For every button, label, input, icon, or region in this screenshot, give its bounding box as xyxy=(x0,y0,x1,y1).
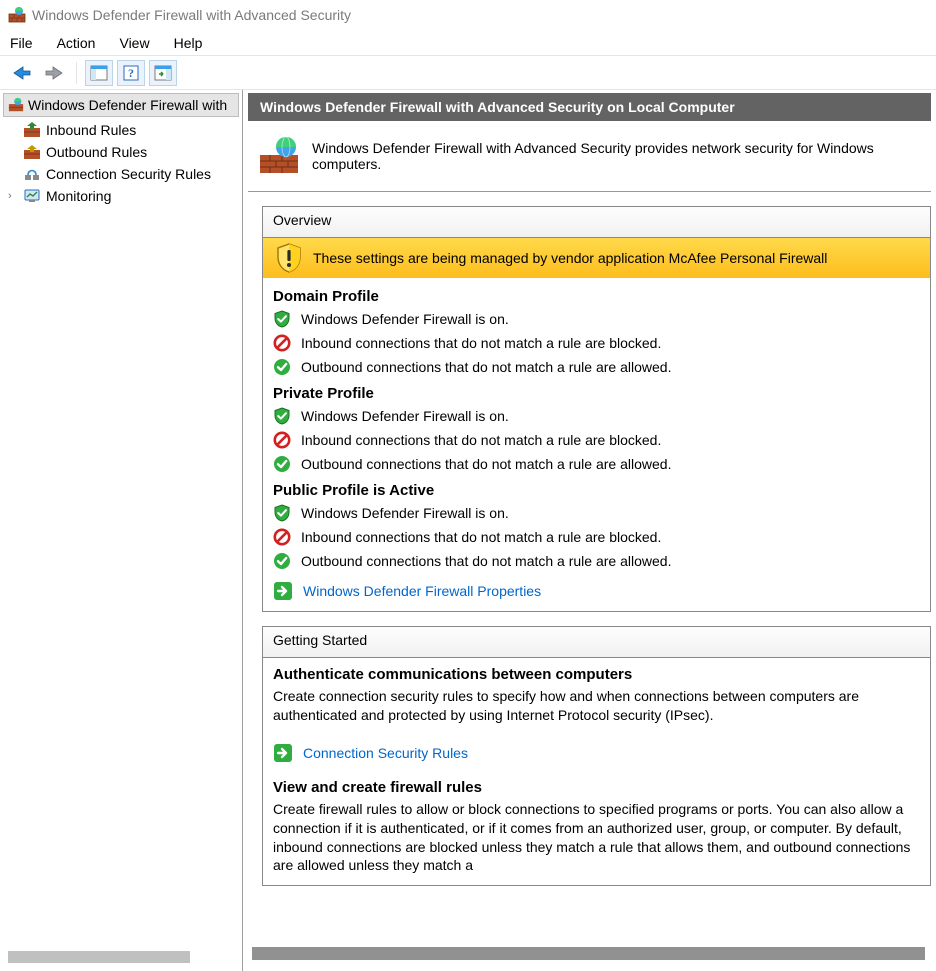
status-line: Inbound connections that do not match a … xyxy=(263,525,930,549)
overview-panel: Overview These settings are being manage… xyxy=(262,206,931,612)
tree-root[interactable]: Windows Defender Firewall with xyxy=(3,93,239,117)
go-arrow-icon xyxy=(273,743,293,763)
show-hide-tree-button[interactable] xyxy=(85,60,113,86)
allow-icon xyxy=(273,455,291,473)
profile-title: Domain Profile xyxy=(263,282,930,307)
tree-item-label: Monitoring xyxy=(46,188,111,204)
status-line: Windows Defender Firewall is on. xyxy=(263,404,930,428)
overview-title: Overview xyxy=(263,207,930,238)
show-hide-action-pane-button[interactable] xyxy=(149,60,177,86)
outbound-rules-icon xyxy=(24,144,40,160)
getting-started-panel: Getting Started Authenticate communicati… xyxy=(262,626,931,886)
app-window: Windows Defender Firewall with Advanced … xyxy=(0,0,936,971)
status-text: Inbound connections that do not match a … xyxy=(301,335,661,351)
go-arrow-icon xyxy=(273,581,293,601)
status-text: Outbound connections that do not match a… xyxy=(301,359,671,375)
tree-item-connection-security-rules[interactable]: Connection Security Rules xyxy=(24,163,242,185)
block-icon xyxy=(273,334,291,352)
tree-item-label: Connection Security Rules xyxy=(46,166,211,182)
menubar: File Action View Help xyxy=(0,30,936,56)
intro-text: Windows Defender Firewall with Advanced … xyxy=(312,140,921,172)
gs-section-text: Create connection security rules to spec… xyxy=(263,685,930,727)
gs-section-text: Create firewall rules to allow or block … xyxy=(263,798,930,878)
body: Windows Defender Firewall with Inbound R… xyxy=(0,90,936,971)
tree-horizontal-scrollbar[interactable] xyxy=(8,951,190,963)
panel-layout-icon xyxy=(90,65,108,81)
content-pane: Windows Defender Firewall with Advanced … xyxy=(243,90,936,971)
menu-file[interactable]: File xyxy=(10,32,45,54)
expand-caret-icon[interactable]: › xyxy=(8,190,12,202)
monitoring-icon xyxy=(24,188,40,204)
block-icon xyxy=(273,528,291,546)
status-text: Windows Defender Firewall is on. xyxy=(301,505,509,521)
window-title: Windows Defender Firewall with Advanced … xyxy=(32,7,351,23)
navigation-pane: Windows Defender Firewall with Inbound R… xyxy=(0,90,243,971)
connection-security-icon xyxy=(24,166,40,182)
status-text: Outbound connections that do not match a… xyxy=(301,553,671,569)
shield-on-icon xyxy=(273,504,291,522)
firewall-properties-link-row: Windows Defender Firewall Properties xyxy=(263,573,930,603)
vendor-warning-text: These settings are being managed by vend… xyxy=(313,250,827,266)
status-text: Windows Defender Firewall is on. xyxy=(301,311,509,327)
arrow-left-icon xyxy=(11,65,33,81)
content-heading: Windows Defender Firewall with Advanced … xyxy=(248,93,931,121)
toolbar: ? xyxy=(0,56,936,90)
status-line: Inbound connections that do not match a … xyxy=(263,428,930,452)
allow-icon xyxy=(273,358,291,376)
status-line: Outbound connections that do not match a… xyxy=(263,452,930,476)
menu-help[interactable]: Help xyxy=(162,32,215,54)
status-line: Windows Defender Firewall is on. xyxy=(263,307,930,331)
inbound-rules-icon xyxy=(24,122,40,138)
status-line: Outbound connections that do not match a… xyxy=(263,355,930,379)
tree-item-label: Outbound Rules xyxy=(46,144,147,160)
titlebar: Windows Defender Firewall with Advanced … xyxy=(0,0,936,30)
shield-on-icon xyxy=(273,407,291,425)
shield-on-icon xyxy=(273,310,291,328)
intro-band: Windows Defender Firewall with Advanced … xyxy=(248,121,931,192)
tree-item-label: Inbound Rules xyxy=(46,122,136,138)
status-line: Windows Defender Firewall is on. xyxy=(263,501,930,525)
tree-children: Inbound Rules Outbound Rules Connection … xyxy=(0,117,242,207)
status-line: Outbound connections that do not match a… xyxy=(263,549,930,573)
profile-title: Public Profile is Active xyxy=(263,476,930,501)
getting-started-title: Getting Started xyxy=(263,627,930,658)
profile-title: Private Profile xyxy=(263,379,930,404)
svg-text:?: ? xyxy=(128,66,134,80)
menu-action[interactable]: Action xyxy=(45,32,108,54)
tree-item-outbound-rules[interactable]: Outbound Rules xyxy=(24,141,242,163)
block-icon xyxy=(273,431,291,449)
tree-root-label: Windows Defender Firewall with xyxy=(28,97,227,113)
firewall-globe-icon xyxy=(258,135,300,177)
tree-item-monitoring[interactable]: › Monitoring xyxy=(24,185,242,207)
status-line: Inbound connections that do not match a … xyxy=(263,331,930,355)
vendor-warning-banner: These settings are being managed by vend… xyxy=(263,238,930,278)
tree-item-inbound-rules[interactable]: Inbound Rules xyxy=(24,119,242,141)
status-text: Inbound connections that do not match a … xyxy=(301,432,661,448)
warning-shield-icon xyxy=(275,243,303,273)
nav-back-button[interactable] xyxy=(8,60,36,86)
firewall-properties-link[interactable]: Windows Defender Firewall Properties xyxy=(303,583,541,599)
help-icon: ? xyxy=(122,65,140,81)
content-horizontal-scrollbar[interactable] xyxy=(252,947,925,960)
gs-section-heading: Authenticate communications between comp… xyxy=(263,658,930,685)
connection-security-rules-link[interactable]: Connection Security Rules xyxy=(303,745,468,761)
toolbar-separator xyxy=(76,62,77,84)
status-text: Inbound connections that do not match a … xyxy=(301,529,661,545)
gs-link-row: Connection Security Rules xyxy=(263,727,930,765)
allow-icon xyxy=(273,552,291,570)
help-button[interactable]: ? xyxy=(117,60,145,86)
nav-forward-button[interactable] xyxy=(40,60,68,86)
app-icon xyxy=(8,6,26,24)
menu-view[interactable]: View xyxy=(107,32,161,54)
status-text: Outbound connections that do not match a… xyxy=(301,456,671,472)
arrow-right-icon xyxy=(43,65,65,81)
panel-right-icon xyxy=(154,65,172,81)
gs-section-heading: View and create firewall rules xyxy=(263,765,930,798)
content-body: Windows Defender Firewall with Advanced … xyxy=(248,121,931,966)
status-text: Windows Defender Firewall is on. xyxy=(301,408,509,424)
